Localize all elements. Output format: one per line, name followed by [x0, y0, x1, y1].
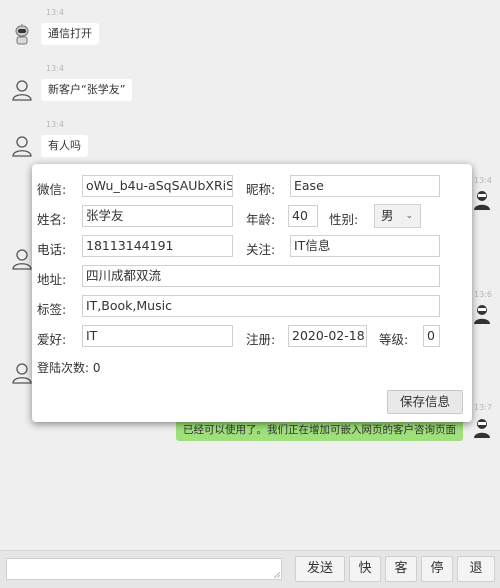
wechat-field[interactable]: oWu_b4u-aSqSAUbXRiS [82, 175, 233, 197]
gender-value: 男 [381, 208, 394, 223]
quick-reply-button[interactable]: 快 [349, 556, 381, 582]
message-time: 13:6 [474, 290, 492, 299]
customer-profile-dialog: 微信: oWu_b4u-aSqSAUbXRiS 昵称: Ease 姓名: 张学友… [32, 164, 472, 422]
gender-select[interactable]: 男 ⌄ [374, 204, 421, 228]
nickname-label: 昵称: [246, 182, 276, 197]
client-button[interactable]: 客 [385, 556, 417, 582]
phone-field[interactable]: 18113144191 [82, 235, 233, 257]
age-field[interactable]: 40 [288, 205, 318, 227]
message-bubble: 有人吗 [41, 135, 88, 157]
follow-label: 关注: [246, 242, 276, 257]
follow-field[interactable]: IT信息 [290, 235, 440, 257]
message-input[interactable] [6, 558, 282, 580]
level-field[interactable]: 0 [423, 325, 440, 347]
gender-label: 性别: [329, 212, 359, 227]
agent-icon [474, 419, 490, 438]
user-icon [12, 136, 32, 157]
message-time: 13:4 [474, 176, 492, 185]
tags-label: 标签: [37, 302, 67, 317]
nickname-field[interactable]: Ease [290, 175, 440, 197]
register-date-field[interactable]: 2020-02-18 [288, 325, 367, 347]
address-field[interactable]: 四川成都双流 [82, 265, 440, 287]
name-label: 姓名: [37, 212, 67, 227]
user-icon [12, 363, 32, 384]
hobby-field[interactable]: IT [82, 325, 233, 347]
wechat-label: 微信: [37, 182, 67, 197]
save-info-button[interactable]: 保存信息 [387, 390, 463, 414]
send-button[interactable]: 发送 [295, 556, 345, 582]
phone-label: 电话: [37, 242, 67, 257]
bottom-toolbar: 发送 快 客 停 退 [0, 550, 500, 588]
message-bubble: 新客户“张学友” [41, 79, 133, 101]
age-label: 年龄: [246, 212, 276, 227]
message-time: 13:4 [46, 120, 64, 129]
address-label: 地址: [37, 272, 67, 287]
name-field[interactable]: 张学友 [82, 205, 233, 227]
exit-button[interactable]: 退 [457, 556, 495, 582]
agent-icon [474, 305, 490, 324]
robot-icon [15, 24, 29, 45]
chevron-down-icon: ⌄ [405, 211, 413, 221]
message-bubble: 已经可以使用了。我们正在增加可嵌入网页的客户咨询页面 [176, 419, 463, 441]
message-time: 13:4 [46, 64, 64, 73]
tags-field[interactable]: IT,Book,Music [82, 295, 440, 317]
login-count: 登陆次数: 0 [37, 361, 101, 375]
hobby-label: 爱好: [37, 332, 67, 347]
agent-icon [474, 191, 490, 210]
message-time: 13:7 [474, 403, 492, 412]
message-time: 13:4 [46, 8, 64, 17]
user-icon [12, 249, 32, 270]
stop-button[interactable]: 停 [421, 556, 453, 582]
resize-grip-icon[interactable] [274, 572, 280, 578]
user-icon [12, 80, 32, 101]
level-label: 等级: [379, 332, 409, 347]
message-bubble: 通信打开 [41, 23, 99, 45]
register-label: 注册: [246, 332, 276, 347]
